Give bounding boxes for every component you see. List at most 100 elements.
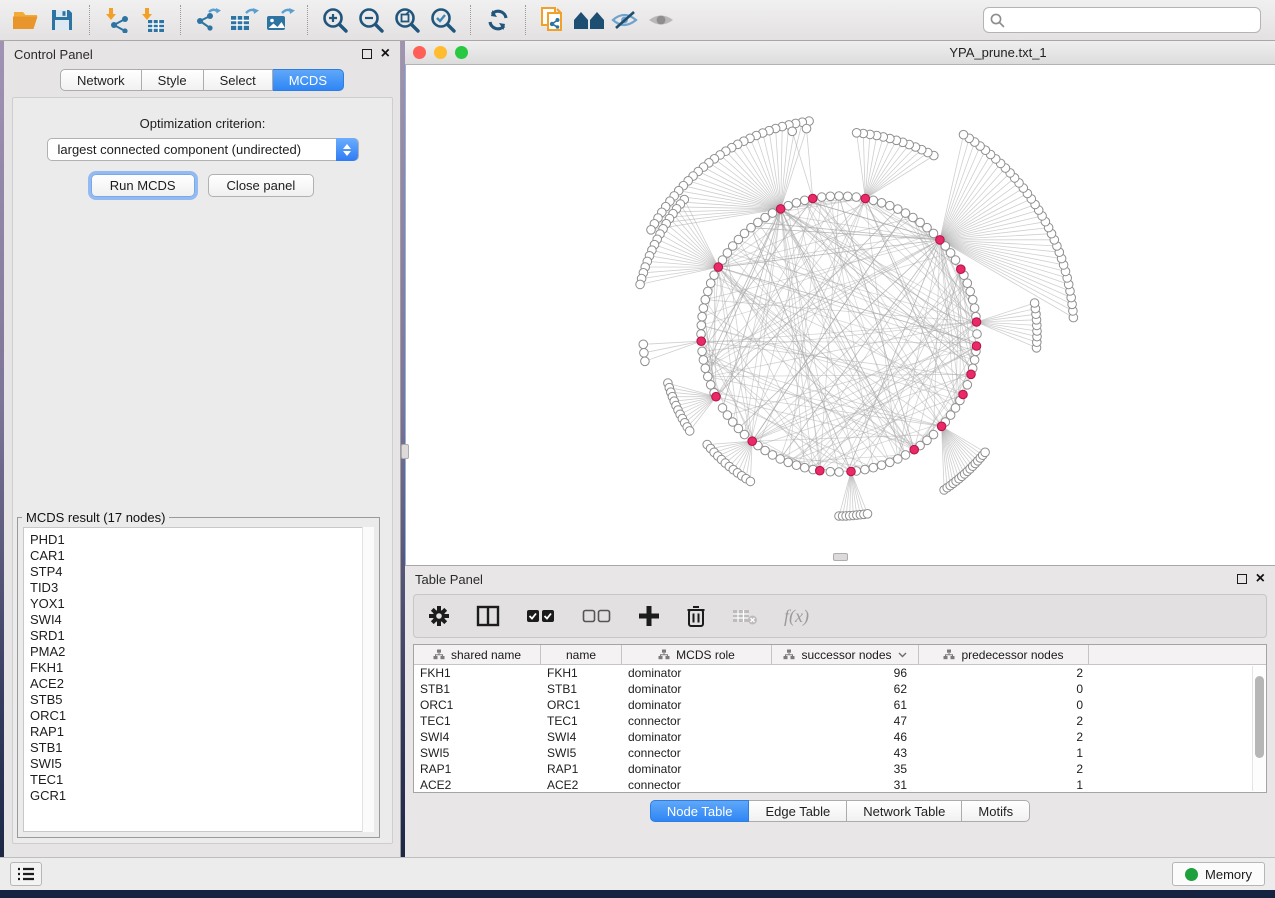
new-network-from-selection-button[interactable] xyxy=(535,4,571,36)
mcds-result-item[interactable]: STB1 xyxy=(30,740,373,756)
graph-node[interactable] xyxy=(710,271,719,280)
search-field[interactable] xyxy=(983,7,1261,33)
graph-node[interactable] xyxy=(877,461,886,470)
graph-leaf-node[interactable] xyxy=(685,427,694,436)
graph-node[interactable] xyxy=(701,364,710,373)
cell-predecessor_nodes[interactable]: 2 xyxy=(919,730,1089,744)
cell-successor_nodes[interactable]: 61 xyxy=(772,698,919,712)
export-network-button[interactable] xyxy=(190,4,226,36)
tab-motifs[interactable]: Motifs xyxy=(962,800,1030,822)
graph-mcds-hub-node[interactable] xyxy=(776,205,785,214)
mcds-result-item[interactable]: SWI4 xyxy=(30,612,373,628)
graph-mcds-hub-node[interactable] xyxy=(714,263,723,272)
graph-leaf-node[interactable] xyxy=(647,226,656,235)
tab-style[interactable]: Style xyxy=(142,69,204,91)
graph-node[interactable] xyxy=(800,463,809,472)
graph-node[interactable] xyxy=(869,463,878,472)
mcds-result-item[interactable]: TEC1 xyxy=(30,772,373,788)
cell-name[interactable]: ACE2 xyxy=(541,778,622,792)
graph-mcds-hub-node[interactable] xyxy=(972,318,981,327)
tab-edge-table[interactable]: Edge Table xyxy=(749,800,847,822)
graph-node[interactable] xyxy=(704,287,713,296)
mcds-result-item[interactable]: SRD1 xyxy=(30,628,373,644)
graph-mcds-hub-node[interactable] xyxy=(847,467,856,476)
close-table-panel-icon[interactable]: × xyxy=(1256,574,1265,584)
save-session-button[interactable] xyxy=(44,4,80,36)
network-canvas[interactable] xyxy=(405,65,1275,565)
table-row[interactable]: ACE2ACE2connector311 xyxy=(414,777,1266,793)
graph-node[interactable] xyxy=(929,430,938,439)
mcds-result-list[interactable]: PHD1CAR1STP4TID3YOX1SWI4SRD1PMA2FKH1ACE2… xyxy=(23,527,374,832)
graph-node[interactable] xyxy=(835,468,844,477)
graph-node[interactable] xyxy=(697,321,706,330)
mcds-result-item[interactable]: RAP1 xyxy=(30,724,373,740)
cell-name[interactable]: FKH1 xyxy=(541,666,622,680)
close-panel-icon[interactable]: × xyxy=(381,49,390,59)
graph-leaf-node[interactable] xyxy=(802,124,811,133)
window-close-icon[interactable] xyxy=(413,46,426,59)
table-row[interactable]: SWI4SWI4dominator462 xyxy=(414,729,1266,745)
cell-successor_nodes[interactable]: 35 xyxy=(772,762,919,776)
graph-node[interactable] xyxy=(968,295,977,304)
zoom-selected-button[interactable] xyxy=(425,4,461,36)
table-row[interactable]: RAP1RAP1dominator352 xyxy=(414,761,1266,777)
graph-node[interactable] xyxy=(784,458,793,467)
search-input[interactable] xyxy=(1010,13,1254,28)
cell-predecessor_nodes[interactable]: 1 xyxy=(919,746,1089,760)
show-panels-list-button[interactable] xyxy=(10,862,42,886)
cell-mcds_role[interactable]: dominator xyxy=(622,762,772,776)
select-all-icon[interactable] xyxy=(526,608,556,624)
mcds-result-item[interactable]: FKH1 xyxy=(30,660,373,676)
cell-name[interactable]: TEC1 xyxy=(541,714,622,728)
cell-successor_nodes[interactable]: 96 xyxy=(772,666,919,680)
cell-shared_name[interactable]: ACE2 xyxy=(414,778,541,792)
mcds-list-scrollbar[interactable] xyxy=(362,527,374,832)
close-panel-button[interactable]: Close panel xyxy=(208,174,315,197)
graph-leaf-node[interactable] xyxy=(639,340,648,349)
graph-mcds-hub-node[interactable] xyxy=(910,445,919,454)
graph-mcds-hub-node[interactable] xyxy=(697,337,706,346)
table-settings-gear-icon[interactable] xyxy=(428,605,450,627)
graph-node[interactable] xyxy=(826,467,835,476)
delete-row-trash-icon[interactable] xyxy=(686,604,706,628)
table-row[interactable]: ORC1ORC1dominator610 xyxy=(414,697,1266,713)
graph-node[interactable] xyxy=(869,196,878,205)
cell-successor_nodes[interactable]: 43 xyxy=(772,746,919,760)
graph-node[interactable] xyxy=(699,304,708,313)
cell-mcds_role[interactable]: dominator xyxy=(622,682,772,696)
graph-leaf-node[interactable] xyxy=(640,349,649,358)
column-header-shared-name[interactable]: shared name xyxy=(414,645,541,664)
optimization-criterion-select[interactable]: largest connected component (undirected) xyxy=(47,138,359,161)
graph-node[interactable] xyxy=(861,465,870,474)
cell-name[interactable]: STB1 xyxy=(541,682,622,696)
cell-mcds_role[interactable]: connector xyxy=(622,778,772,792)
cell-successor_nodes[interactable]: 46 xyxy=(772,730,919,744)
add-row-icon[interactable] xyxy=(638,605,660,627)
hide-selected-button[interactable] xyxy=(607,4,643,36)
graph-node[interactable] xyxy=(792,199,801,208)
cell-predecessor_nodes[interactable]: 2 xyxy=(919,666,1089,680)
cell-successor_nodes[interactable]: 62 xyxy=(772,682,919,696)
graph-node[interactable] xyxy=(701,295,710,304)
graph-mcds-hub-node[interactable] xyxy=(936,236,945,245)
column-header-successor-nodes[interactable]: successor nodes xyxy=(772,645,919,664)
mcds-result-item[interactable]: PHD1 xyxy=(30,532,373,548)
mcds-result-item[interactable]: TID3 xyxy=(30,580,373,596)
horizontal-split-grip[interactable] xyxy=(833,553,848,561)
graph-leaf-node[interactable] xyxy=(746,477,755,486)
export-image-button[interactable] xyxy=(262,4,298,36)
cell-shared_name[interactable]: ORC1 xyxy=(414,698,541,712)
graph-mcds-hub-node[interactable] xyxy=(972,342,981,351)
graph-mcds-hub-node[interactable] xyxy=(959,390,968,399)
tab-mcds[interactable]: MCDS xyxy=(273,69,344,91)
graph-node[interactable] xyxy=(970,356,979,365)
graph-node[interactable] xyxy=(706,381,715,390)
graph-node[interactable] xyxy=(800,196,809,205)
graph-node[interactable] xyxy=(877,199,886,208)
graph-node[interactable] xyxy=(894,205,903,214)
cell-mcds_role[interactable]: dominator xyxy=(622,666,772,680)
table-row[interactable]: STB1STB1dominator620 xyxy=(414,681,1266,697)
export-table-button[interactable] xyxy=(226,4,262,36)
graph-leaf-node[interactable] xyxy=(636,280,645,289)
cell-name[interactable]: SWI5 xyxy=(541,746,622,760)
